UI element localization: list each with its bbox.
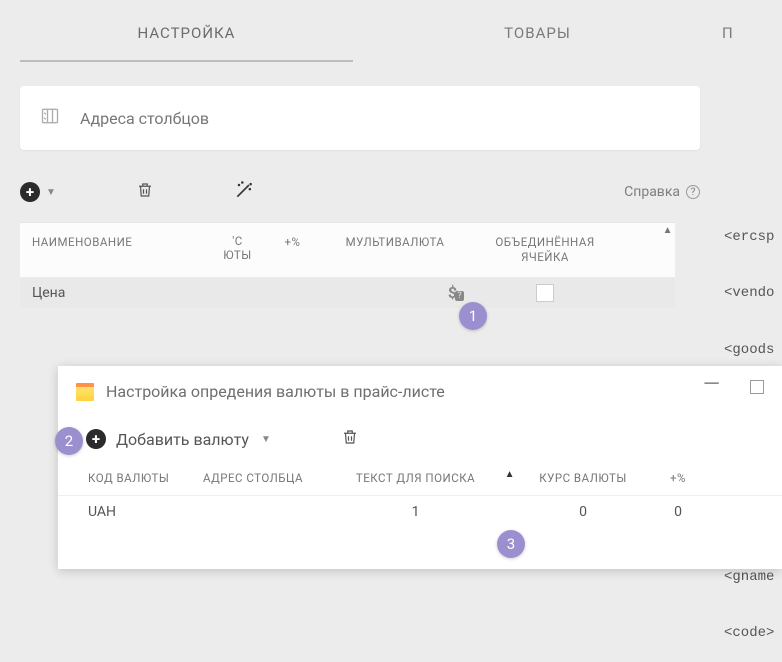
toolbar: + ▼ Справка ?: [20, 180, 700, 204]
columns-icon: [40, 106, 60, 130]
col-currency-code[interactable]: КОД ВАЛЮТЫ: [58, 471, 198, 485]
col-pct-header[interactable]: +%: [265, 223, 320, 277]
cell-rate: 0: [523, 504, 643, 520]
dialog-titlebar[interactable]: Настройка опредения валюты в прайс-листе: [58, 366, 782, 411]
caret-down-icon: ▼: [261, 434, 271, 445]
wand-button[interactable]: [234, 180, 254, 204]
col-column-address[interactable]: АДРЕС СТОЛБЦА: [198, 471, 308, 485]
code-line: <goods: [724, 341, 774, 360]
columns-table: НАИМЕНОВАНИЕ 'С ЮТЫ +% МУЛЬТИВАЛЮТА ОБЪЕ…: [20, 222, 675, 308]
currency-table-header: КОД ВАЛЮТЫ АДРЕС СТОЛБЦА ТЕКСТ ДЛЯ ПОИСК…: [58, 459, 782, 495]
table-row[interactable]: Цена $?: [20, 278, 675, 308]
note-icon: [76, 383, 94, 401]
annotation-badge-3: 3: [497, 530, 525, 558]
col-merged-header[interactable]: ОБЪЕДИНЁННАЯ ЯЧЕЙКА: [470, 223, 620, 277]
cell-pct: 0: [643, 504, 713, 520]
scroll-up-icon[interactable]: ▲: [663, 225, 673, 236]
col-name-header[interactable]: НАИМЕНОВАНИЕ: [20, 223, 210, 277]
code-line: <vendo: [724, 284, 774, 303]
cell-name: Цена: [20, 285, 210, 301]
annotation-badge-1: 1: [459, 302, 487, 330]
tab-third[interactable]: П: [722, 10, 762, 62]
add-button[interactable]: + ▼: [20, 182, 56, 202]
section-title: Адреса столбцов: [80, 109, 209, 128]
cell-merged[interactable]: [470, 284, 620, 302]
sort-caret-up-icon: ▲: [505, 469, 515, 480]
minimize-button[interactable]: —: [703, 380, 720, 394]
help-link[interactable]: Справка ?: [624, 184, 700, 200]
maximize-button[interactable]: [750, 380, 764, 394]
help-icon: ?: [686, 185, 700, 199]
add-currency-button[interactable]: + Добавить валюту ▼: [86, 429, 271, 449]
code-line: <gname: [724, 568, 774, 587]
cell-multi[interactable]: $?: [320, 283, 470, 302]
currency-row[interactable]: UAH 1 0 0: [58, 495, 782, 528]
cell-currency-code: UAH: [58, 504, 198, 520]
section-column-addresses[interactable]: Адреса столбцов: [20, 86, 700, 150]
currency-dialog: Настройка опредения валюты в прайс-листе…: [58, 366, 782, 569]
col-pct[interactable]: +%: [643, 471, 713, 485]
col-rate-header[interactable]: 'С ЮТЫ: [210, 223, 265, 277]
col-search-text[interactable]: ТЕКСТ ДЛЯ ПОИСКА ▲: [308, 471, 523, 485]
top-tabs: НАСТРОЙКА ТОВАРЫ П: [0, 0, 782, 62]
help-label: Справка: [624, 184, 680, 200]
plus-icon: +: [20, 182, 40, 202]
color-swatch: [536, 284, 554, 302]
dialog-toolbar: + Добавить валюту ▼: [58, 411, 782, 459]
cell-search-text: 1: [308, 504, 523, 520]
columns-table-header: НАИМЕНОВАНИЕ 'С ЮТЫ +% МУЛЬТИВАЛЮТА ОБЪЕ…: [20, 222, 675, 278]
annotation-badge-2: 2: [55, 427, 83, 455]
tab-goods[interactable]: ТОВАРЫ: [371, 10, 704, 62]
dialog-title: Настройка опредения валюты в прайс-листе: [106, 382, 445, 401]
code-line: <ercsp: [724, 228, 774, 247]
col-search-text-label: ТЕКСТ ДЛЯ ПОИСКА: [356, 471, 475, 485]
caret-down-icon: ▼: [46, 187, 56, 198]
plus-icon: +: [86, 429, 106, 449]
code-line: <code>: [724, 624, 774, 643]
currency-config-icon: $?: [448, 283, 464, 302]
add-currency-label: Добавить валюту: [116, 430, 249, 449]
delete-currency-button[interactable]: [341, 427, 359, 451]
tab-settings[interactable]: НАСТРОЙКА: [20, 10, 353, 62]
col-rate[interactable]: КУРС ВАЛЮТЫ: [523, 471, 643, 485]
col-multi-header[interactable]: МУЛЬТИВАЛЮТА: [320, 223, 470, 277]
delete-button[interactable]: [136, 180, 154, 204]
